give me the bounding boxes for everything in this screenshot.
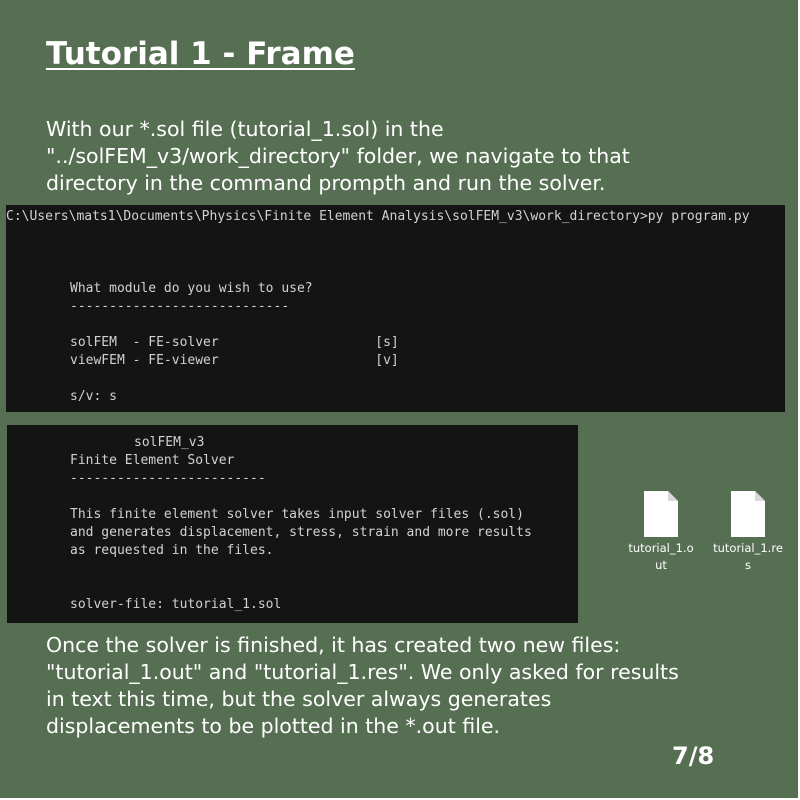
- file-label: tutorial_1.re s: [708, 540, 788, 574]
- outro-paragraph: Once the solver is finished, it has crea…: [46, 632, 766, 740]
- intro-line: directory in the command prompth and run…: [46, 171, 606, 195]
- terminal-solver-file-input: solver-file: tutorial_1.sol: [70, 597, 282, 612]
- terminal-app-subtitle: Finite Element Solver: [70, 453, 235, 468]
- slide-title: Tutorial 1 - Frame: [46, 36, 355, 72]
- outro-line: displacements to be plotted in the *.out…: [46, 714, 501, 738]
- terminal-choice-line: s/v: s: [70, 389, 117, 404]
- terminal-prompt-heading: What module do you wish to use?: [70, 281, 313, 296]
- terminal-prompt-rule: ----------------------------: [70, 299, 290, 314]
- terminal-app-name: solFEM_v3: [134, 435, 205, 450]
- file-label-line: ut: [655, 558, 667, 572]
- terminal-description-line: as requested in the files.: [70, 543, 274, 558]
- terminal-option-viewfem: viewFEM - FE-viewer [v]: [70, 353, 399, 368]
- intro-line: "../solFEM_v3/work_directory" folder, we…: [46, 144, 630, 168]
- file-label-line: s: [745, 558, 751, 572]
- terminal-option-solfem: solFEM - FE-solver [s]: [70, 335, 399, 350]
- page-number: 7/8: [672, 742, 715, 770]
- outro-line: "tutorial_1.out" and "tutorial_1.res". W…: [46, 660, 679, 684]
- intro-line: With our *.sol file (tutorial_1.sol) in …: [46, 117, 444, 141]
- file-icon: [644, 491, 678, 537]
- terminal-window-command-prompt: C:\Users\mats1\Documents\Physics\Finite …: [6, 205, 785, 412]
- terminal-description-line: and generates displacement, stress, stra…: [70, 525, 532, 540]
- outro-line: in text this time, but the solver always…: [46, 687, 552, 711]
- terminal-rule: -------------------------: [70, 471, 266, 486]
- file-tutorial-1-out[interactable]: tutorial_1.o ut: [621, 491, 701, 581]
- file-tutorial-1-res[interactable]: tutorial_1.re s: [708, 491, 788, 581]
- file-label: tutorial_1.o ut: [621, 540, 701, 574]
- terminal-description-line: This finite element solver takes input s…: [70, 507, 524, 522]
- intro-paragraph: With our *.sol file (tutorial_1.sol) in …: [46, 116, 766, 197]
- outro-line: Once the solver is finished, it has crea…: [46, 633, 621, 657]
- file-icon: [731, 491, 765, 537]
- terminal-window-solver: solFEM_v3 Finite Element Solver --------…: [7, 425, 578, 623]
- terminal-command-line: C:\Users\mats1\Documents\Physics\Finite …: [6, 209, 750, 224]
- file-label-line: tutorial_1.o: [628, 541, 694, 555]
- file-label-line: tutorial_1.re: [713, 541, 783, 555]
